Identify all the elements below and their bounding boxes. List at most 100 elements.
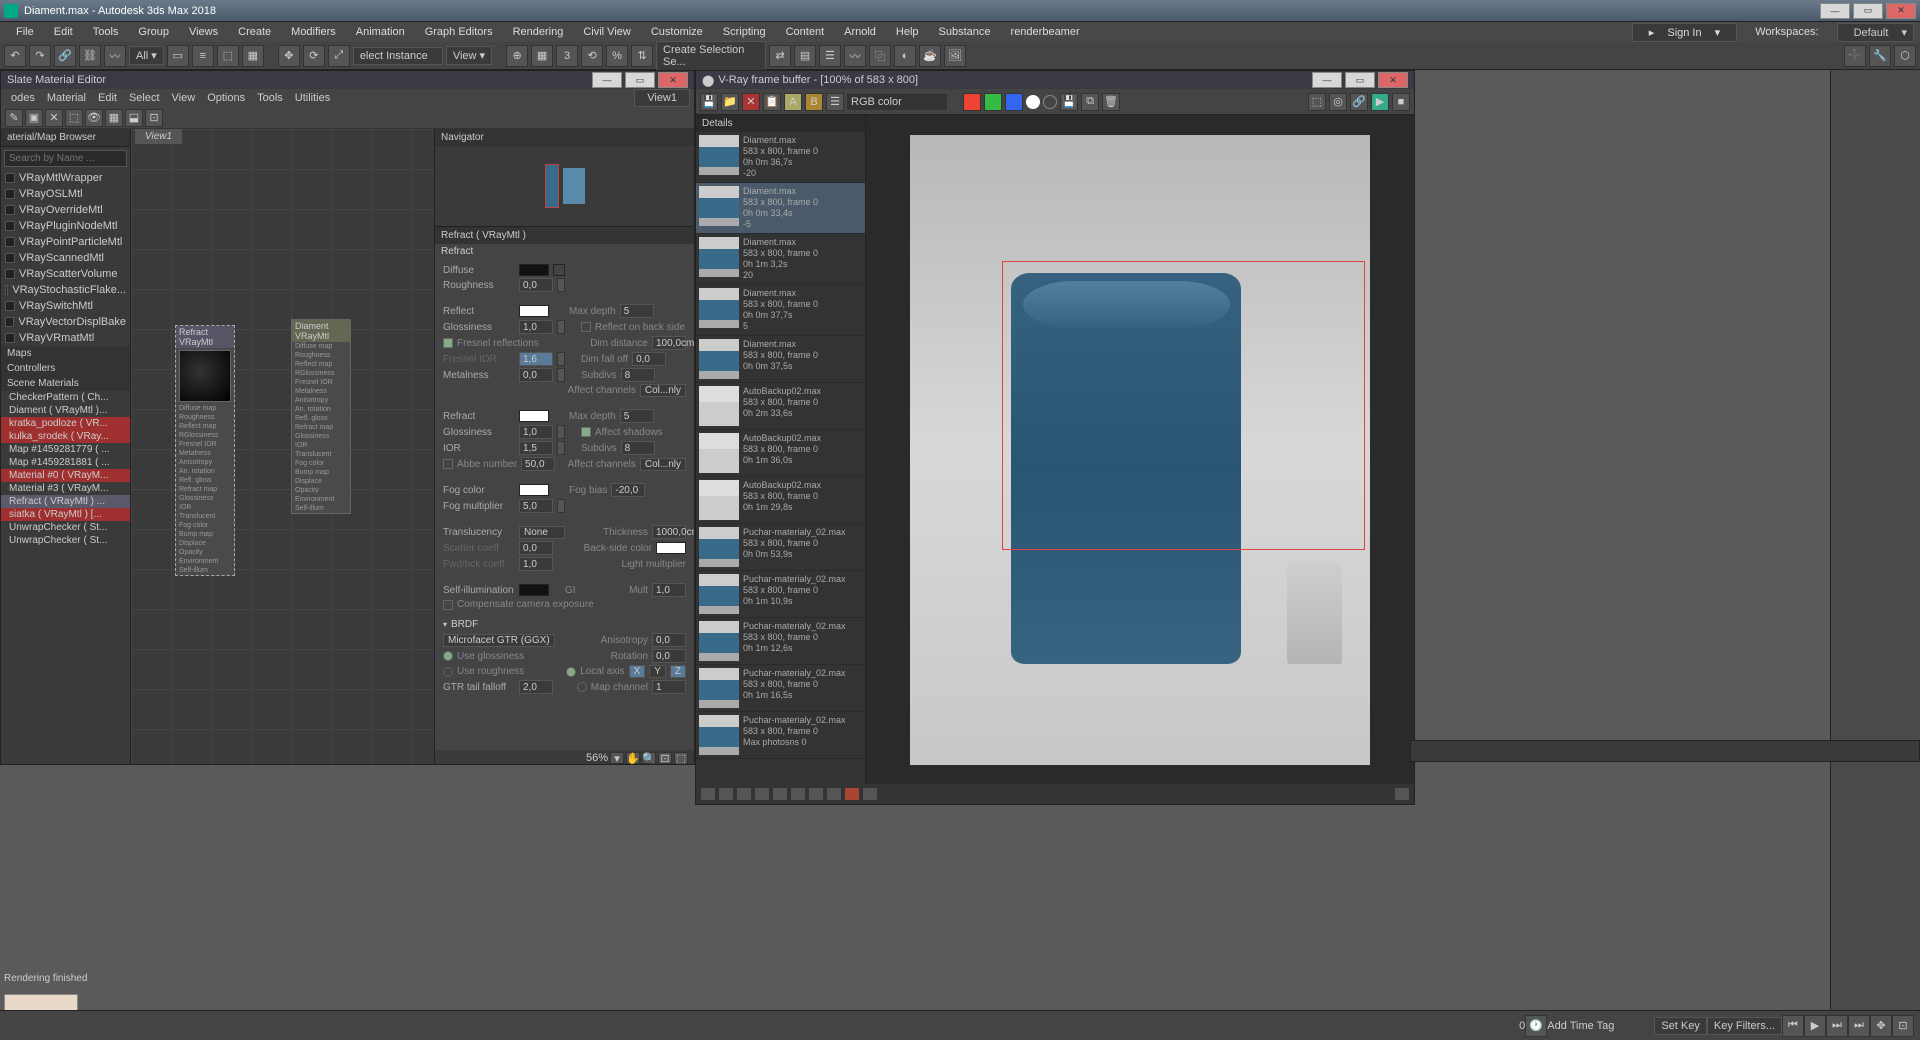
spinner-arrows-icon[interactable] <box>557 320 565 334</box>
goto-end-icon[interactable]: ⏭ <box>1848 1015 1870 1037</box>
scatter-spinner[interactable]: 0,0 <box>519 541 553 555</box>
material-item[interactable]: VRayVRmatMtl <box>1 330 130 346</box>
workspaces-dropdown[interactable]: Default ▾ <box>1837 23 1914 42</box>
stamp-icon[interactable] <box>826 787 842 801</box>
node-slot[interactable]: Bump map <box>176 530 234 539</box>
history-item[interactable]: Diament.max583 x 800, frame 00h 0m 33,4s… <box>696 183 865 234</box>
material-item[interactable]: VRaySwitchMtl <box>1 298 130 314</box>
blue-channel-icon[interactable] <box>1005 93 1023 111</box>
node-slot[interactable]: Bump map <box>292 468 350 477</box>
subdivs-spinner[interactable]: 8 <box>621 368 655 382</box>
brdf-dropdown[interactable]: Microfacet GTR (GGX) <box>443 634 555 647</box>
slate-close-button[interactable]: ✕ <box>658 72 688 88</box>
zoom-extents-all-icon[interactable]: ⊡ <box>1892 1015 1914 1037</box>
history-toggle-icon[interactable] <box>1394 787 1410 801</box>
axis-z-button[interactable]: Z <box>670 665 686 678</box>
bind-icon[interactable]: 〰 <box>104 45 126 67</box>
reflect-color-swatch[interactable] <box>519 305 549 317</box>
signin-button[interactable]: ▸ Sign In ▾ <box>1632 23 1737 42</box>
time-tag-icon[interactable]: 🕐 <box>1525 1015 1547 1037</box>
node-slot[interactable]: Fresnel IOR <box>292 378 350 387</box>
node-slot[interactable]: Fog color <box>176 521 234 530</box>
srgb-icon[interactable] <box>844 787 860 801</box>
rect-select-icon[interactable]: ⬚ <box>217 45 239 67</box>
zoom-region-icon[interactable]: ⬚ <box>674 752 688 764</box>
material-item[interactable]: VRayScannedMtl <box>1 250 130 266</box>
scene-material-item[interactable]: UnwrapChecker ( St... <box>1 521 130 534</box>
menu-edit[interactable]: Edit <box>44 26 83 38</box>
setkey-button[interactable]: Set Key <box>1654 1017 1707 1035</box>
rmax-spinner[interactable]: 5 <box>620 409 654 423</box>
clear-history-icon[interactable]: 🗑 <box>1102 93 1120 111</box>
stop-icon[interactable]: ■ <box>1392 93 1410 111</box>
ref-coord-dropdown[interactable]: elect Instance <box>353 47 443 65</box>
color-correct-icon[interactable] <box>700 787 716 801</box>
lens-icon[interactable] <box>790 787 806 801</box>
assign-material-icon[interactable]: ▣ <box>25 109 43 127</box>
slate-menu-material[interactable]: Material <box>41 92 92 104</box>
maps-section[interactable]: Maps <box>1 346 130 361</box>
history-item[interactable]: Diament.max583 x 800, frame 00h 0m 37,7s… <box>696 285 865 336</box>
node-slot[interactable]: Translucent <box>176 512 234 521</box>
scene-material-item[interactable]: Refract ( VRayMtl ) ... <box>1 495 130 508</box>
move-icon[interactable]: ✥ <box>278 45 300 67</box>
mirror-icon[interactable]: ⇄ <box>769 45 791 67</box>
node-slot[interactable]: Translucent <box>292 450 350 459</box>
selection-set-dropdown[interactable]: Create Selection Se... <box>656 41 766 71</box>
node-slot[interactable]: An. rotation <box>292 405 350 414</box>
map-button[interactable] <box>553 264 565 276</box>
vfb-minimize-button[interactable]: — <box>1312 72 1342 88</box>
history-item[interactable]: AutoBackup02.max583 x 800, frame 00h 1m … <box>696 430 865 477</box>
node-slot[interactable]: Displace <box>292 477 350 486</box>
mapch-spinner[interactable]: 1 <box>652 680 686 694</box>
spinner-arrows-icon[interactable] <box>557 425 565 439</box>
node-slot[interactable]: RGlossiness <box>176 431 234 440</box>
history-item[interactable]: Puchar-materialy_02.max583 x 800, frame … <box>696 712 865 759</box>
node-slot[interactable]: Opacity <box>292 486 350 495</box>
menu-icon[interactable]: ☰ <box>826 93 844 111</box>
subdivs2-spinner[interactable]: 8 <box>621 441 655 455</box>
unlink-icon[interactable]: ⛓ <box>79 45 101 67</box>
lut-icon[interactable] <box>772 787 788 801</box>
close-button[interactable]: ✕ <box>1886 3 1916 19</box>
duplicate-icon[interactable]: ⧉ <box>1081 93 1099 111</box>
thick-spinner[interactable]: 1000,0cm <box>652 525 686 539</box>
hierarchy-panel-icon[interactable]: ⬡ <box>1894 45 1916 67</box>
node-slot[interactable]: Reflect map <box>292 360 350 369</box>
viewport-nav-icon[interactable]: ✥ <box>1870 1015 1892 1037</box>
slate-menu-options[interactable]: Options <box>201 92 251 104</box>
slate-menu-utilities[interactable]: Utilities <box>289 92 336 104</box>
slate-menu-edit[interactable]: Edit <box>92 92 123 104</box>
node-slot[interactable]: Glossiness <box>176 494 234 503</box>
undo-icon[interactable]: ↶ <box>4 45 26 67</box>
node-slot[interactable]: Self-illum <box>292 504 350 513</box>
menu-arnold[interactable]: Arnold <box>834 26 886 38</box>
history-item[interactable]: Puchar-materialy_02.max583 x 800, frame … <box>696 618 865 665</box>
timeline[interactable] <box>1410 740 1920 762</box>
scene-material-item[interactable]: Map #1459281881 ( ... <box>1 456 130 469</box>
metalness-spinner[interactable]: 0,0 <box>519 368 553 382</box>
gtr-spinner[interactable]: 2,0 <box>519 680 553 694</box>
mono-channel-icon[interactable] <box>1043 95 1057 109</box>
node-slot[interactable]: Displace <box>176 539 234 548</box>
spinner-arrows-icon[interactable] <box>557 441 565 455</box>
snap-icon[interactable]: ▦ <box>531 45 553 67</box>
node-slot[interactable]: Fresnel IOR <box>176 440 234 449</box>
fog-color-swatch[interactable] <box>519 484 549 496</box>
pivot-icon[interactable]: ⊕ <box>506 45 528 67</box>
node-slot[interactable]: Environment <box>176 557 234 566</box>
select-icon[interactable]: ▭ <box>167 45 189 67</box>
menu-views[interactable]: Views <box>179 26 228 38</box>
scene-materials-section[interactable]: Scene Materials <box>1 376 130 391</box>
prev-key-icon[interactable]: ⏮ <box>1782 1015 1804 1037</box>
slate-menu-select[interactable]: Select <box>123 92 166 104</box>
hide-children-icon[interactable]: 👁 <box>85 109 103 127</box>
maximize-button[interactable]: ▭ <box>1853 3 1883 19</box>
clear-icon[interactable]: ✕ <box>742 93 760 111</box>
spinner-arrows-icon[interactable] <box>557 352 565 366</box>
bscolor-swatch[interactable] <box>656 542 686 554</box>
material-list[interactable]: VRayMtlWrapper VRayOSLMtl VRayOverrideMt… <box>1 170 130 764</box>
slate-menu-tools[interactable]: Tools <box>251 92 289 104</box>
node-slot[interactable]: Opacity <box>176 548 234 557</box>
abbe-spinner[interactable]: 50,0 <box>521 457 555 471</box>
